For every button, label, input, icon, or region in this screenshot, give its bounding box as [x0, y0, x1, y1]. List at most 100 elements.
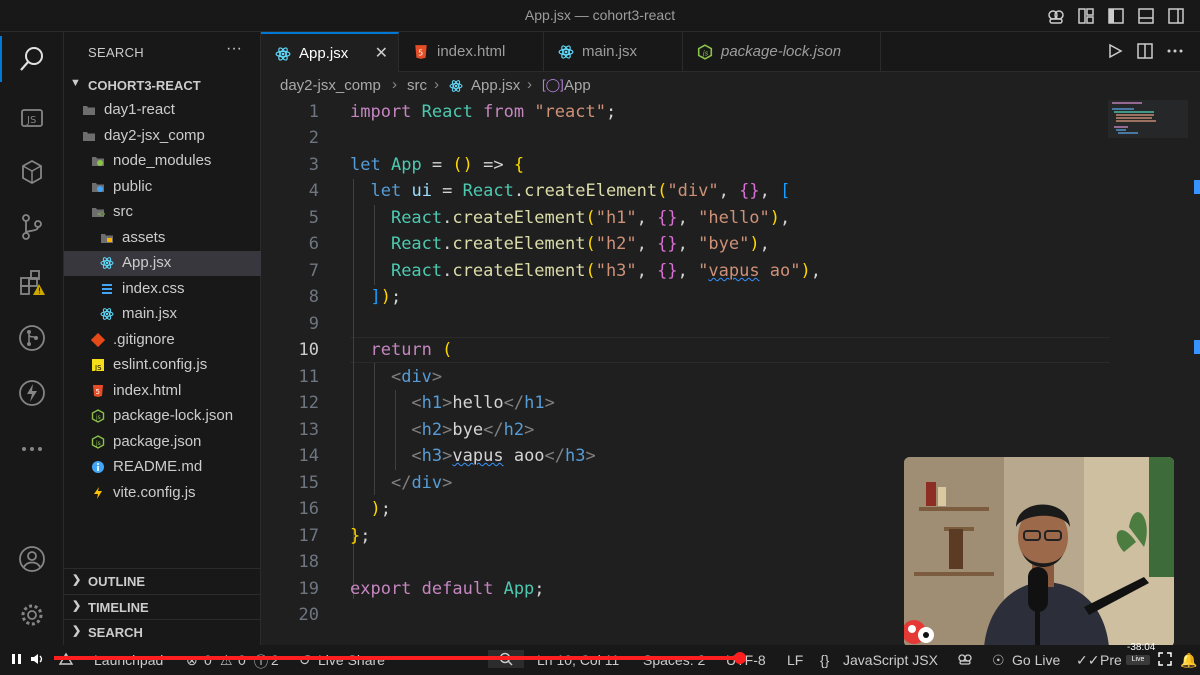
- tree-item-src[interactable]: <> src: [64, 200, 261, 225]
- video-progress-bar[interactable]: [54, 656, 740, 660]
- error-count[interactable]: 0: [204, 652, 212, 668]
- extensions-icon[interactable]: !: [17, 268, 47, 298]
- fullscreen-icon[interactable]: [1158, 652, 1172, 669]
- live-badge[interactable]: Live: [1126, 655, 1150, 665]
- tree-item-readme[interactable]: README.md: [64, 455, 261, 480]
- line-number: 18: [298, 552, 319, 572]
- scrollbar-marker: [1194, 340, 1200, 354]
- tree-item-node-modules[interactable]: node_modules: [64, 149, 261, 174]
- tree-item-index-html[interactable]: 5 index.html: [64, 379, 261, 404]
- breadcrumb-symbol[interactable]: App: [564, 77, 591, 94]
- launchpad-label[interactable]: Launchpad: [94, 652, 163, 668]
- warning-icon[interactable]: ⚠: [220, 652, 233, 669]
- code-line: <h1>hello</h1>: [411, 393, 555, 413]
- tree-item-eslint-config[interactable]: JS eslint.config.js: [64, 353, 261, 378]
- encoding[interactable]: UTF-8: [726, 652, 766, 668]
- copilot-icon[interactable]: [1046, 6, 1066, 26]
- line-number: 7: [308, 261, 319, 281]
- activity-bar: JS !: [0, 32, 64, 645]
- error-icon[interactable]: ⊗: [186, 652, 198, 669]
- svg-text:5: 5: [96, 388, 100, 396]
- breadcrumb-src[interactable]: src: [407, 77, 427, 94]
- section-outline[interactable]: ❯ OUTLINE: [64, 568, 261, 593]
- code-line: );: [370, 499, 391, 519]
- customize-layout-icon[interactable]: [1076, 6, 1096, 26]
- tab-index-html[interactable]: 5 index.html: [399, 32, 544, 72]
- copilot-status-icon[interactable]: [957, 652, 973, 669]
- toggle-sidebar-icon[interactable]: [1106, 6, 1126, 26]
- warning-count[interactable]: 0: [238, 652, 246, 668]
- live-share-icon[interactable]: ↺: [299, 652, 311, 669]
- split-editor-icon[interactable]: [1136, 42, 1154, 60]
- tree-item-package-json[interactable]: js package.json: [64, 430, 261, 455]
- run-icon[interactable]: [1106, 42, 1124, 60]
- tree-item-gitignore[interactable]: .gitignore: [64, 328, 261, 353]
- launchpad-icon[interactable]: [58, 652, 74, 669]
- chevron-right-icon: ❯: [72, 600, 82, 612]
- tab-main-jsx[interactable]: main.jsx: [544, 32, 683, 72]
- toggle-secondary-sidebar-icon[interactable]: [1166, 6, 1186, 26]
- tree-item-vite-config[interactable]: vite.config.js: [64, 481, 261, 506]
- svg-text:JS: JS: [26, 115, 36, 126]
- css-icon: [102, 284, 112, 294]
- thunder-client-icon[interactable]: [17, 378, 47, 408]
- code-line: React.createElement("h2", {}, "bye"),: [390, 234, 770, 254]
- info-icon[interactable]: ⓘ: [254, 652, 268, 672]
- video-scrubber-handle[interactable]: [734, 652, 746, 664]
- line-number: 12: [298, 393, 319, 413]
- remote-explorer-icon[interactable]: JS: [17, 102, 47, 132]
- tab-package-lock[interactable]: js package-lock.json: [683, 32, 881, 72]
- language-mode[interactable]: JavaScript JSX: [843, 652, 938, 668]
- tree-item-day2-jsx-comp[interactable]: day2-jsx_comp: [64, 124, 261, 149]
- accounts-icon[interactable]: [17, 544, 47, 574]
- tree-item-assets[interactable]: assets: [64, 226, 261, 251]
- html-icon: 5: [93, 385, 103, 397]
- tree-item-app-jsx[interactable]: App.jsx: [64, 251, 261, 276]
- html-icon: 5: [415, 45, 427, 59]
- chevron-right-icon: ❯: [72, 574, 82, 586]
- pause-icon[interactable]: [10, 652, 24, 669]
- cursor-position[interactable]: Ln 10, Col 11: [537, 652, 619, 668]
- line-number: 2: [308, 128, 319, 148]
- extensions-box-icon[interactable]: [17, 157, 47, 187]
- info-count[interactable]: 2: [271, 652, 279, 668]
- volume-icon[interactable]: [30, 652, 46, 669]
- git-graph-icon[interactable]: [17, 323, 47, 353]
- folder-assets-icon: [101, 234, 113, 243]
- tab-app-jsx[interactable]: App.jsx ✕: [261, 32, 399, 72]
- svg-text:js: js: [95, 414, 101, 421]
- tree-root-folder[interactable]: ▼ COHORT3-REACT: [64, 73, 261, 98]
- go-live-icon[interactable]: ☉: [992, 652, 1005, 669]
- react-icon: [275, 47, 291, 61]
- code-line: <div>: [390, 367, 443, 387]
- breadcrumb-folder[interactable]: day2-jsx_comp: [280, 77, 381, 94]
- prettier-icon[interactable]: ✓✓: [1076, 652, 1099, 669]
- prettier-label[interactable]: Pre: [1100, 652, 1122, 668]
- toggle-panel-icon[interactable]: [1136, 6, 1156, 26]
- notification-bell-icon[interactable]: 🔔: [1180, 652, 1197, 669]
- section-timeline[interactable]: ❯ TIMELINE: [64, 594, 261, 619]
- tree-item-day1-react[interactable]: day1-react: [64, 98, 261, 123]
- search-icon[interactable]: [0, 36, 47, 82]
- more-actions-icon[interactable]: [1166, 42, 1184, 60]
- tree-item-main-jsx[interactable]: main.jsx: [64, 302, 261, 327]
- source-control-icon[interactable]: [17, 212, 47, 242]
- section-search[interactable]: ❯ SEARCH: [64, 619, 261, 644]
- react-icon: [100, 257, 114, 269]
- react-icon: [100, 308, 114, 320]
- tree-item-index-css[interactable]: index.css: [64, 277, 261, 302]
- line-number: 15: [298, 473, 319, 493]
- tree-item-public[interactable]: public: [64, 175, 261, 200]
- indentation[interactable]: Spaces: 2: [643, 652, 705, 668]
- settings-gear-icon[interactable]: [17, 600, 47, 630]
- go-live-button[interactable]: Go Live: [1012, 652, 1060, 668]
- live-share-label[interactable]: Live Share: [318, 652, 385, 668]
- line-number: 1: [308, 102, 319, 122]
- sidebar-more-button[interactable]: ···: [226, 40, 242, 58]
- code-line: import React from "react";: [350, 102, 617, 122]
- tree-item-package-lock[interactable]: js package-lock.json: [64, 404, 261, 429]
- close-icon[interactable]: ✕: [375, 43, 388, 63]
- end-of-line[interactable]: LF: [787, 652, 803, 668]
- more-views-icon[interactable]: [17, 434, 47, 464]
- breadcrumb-file[interactable]: App.jsx: [471, 77, 520, 94]
